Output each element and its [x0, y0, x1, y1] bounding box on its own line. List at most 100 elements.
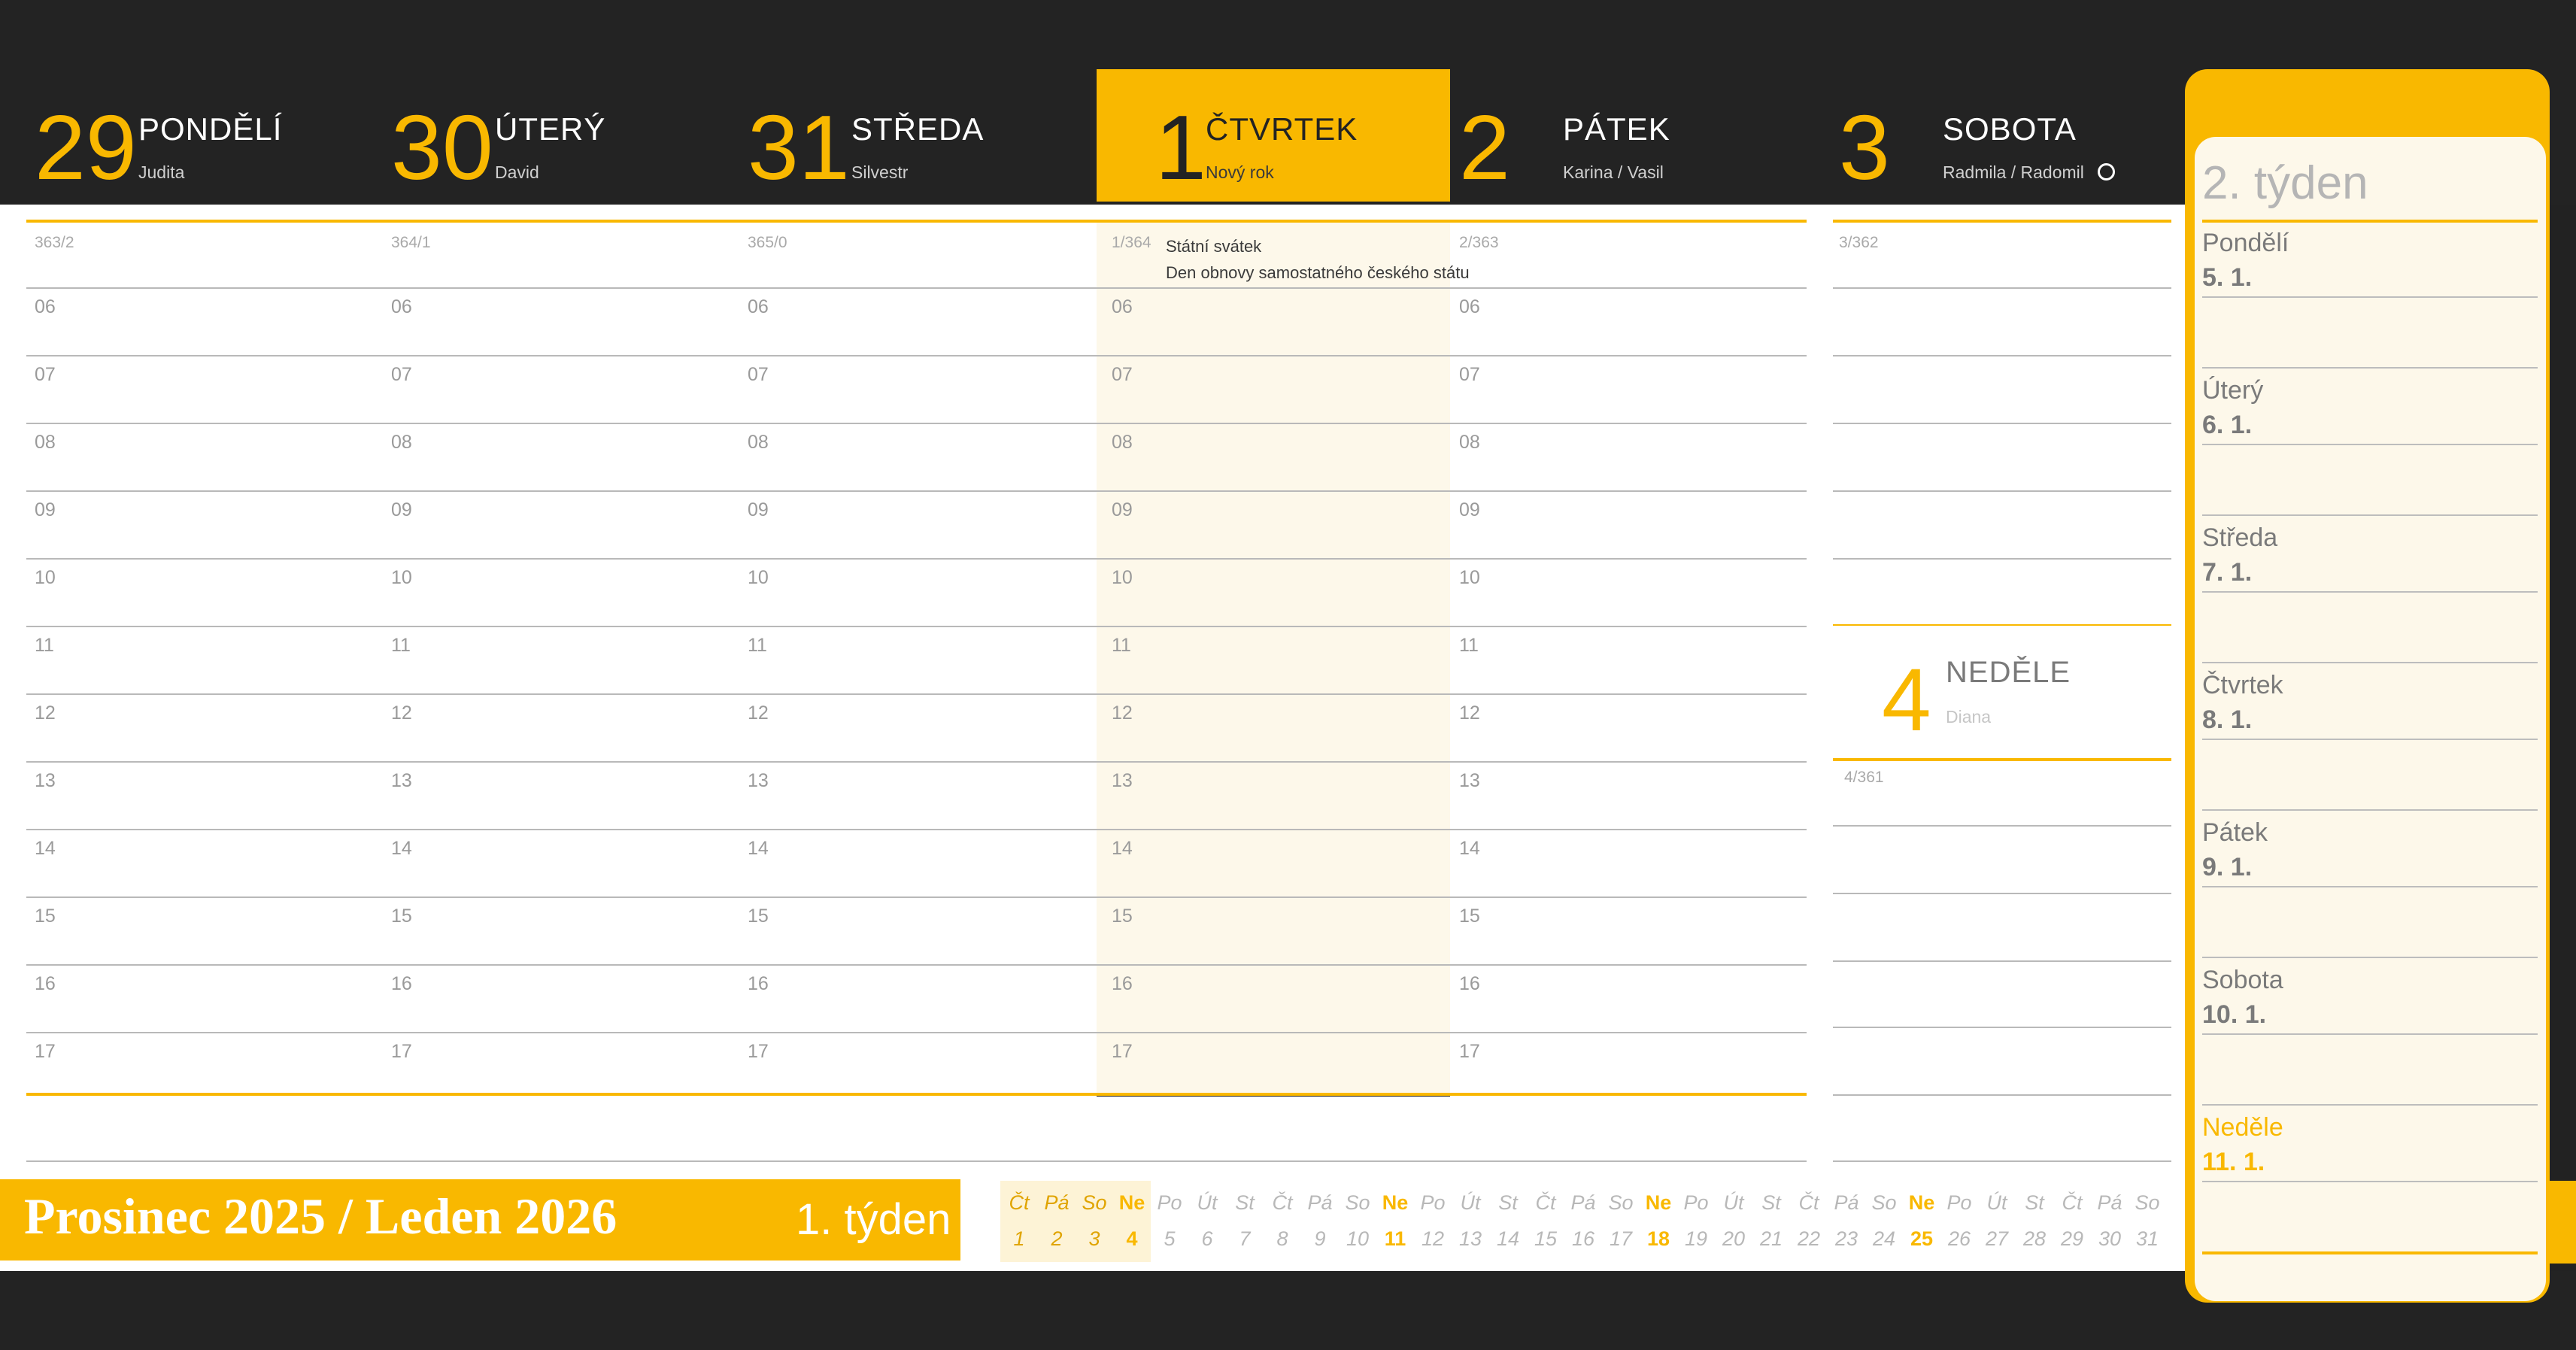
- day-number: 29: [35, 96, 137, 199]
- hour-label: 07: [391, 364, 412, 385]
- day-header: 30 ÚTERÝ David: [385, 69, 716, 202]
- day-name: PÁTEK: [1563, 111, 1670, 147]
- mini-calendar-weekday: Út: [1197, 1191, 1218, 1214]
- mini-calendar-weekday: Út: [1986, 1191, 2007, 1214]
- hour-label: 09: [391, 499, 412, 520]
- mini-calendar-date: 6: [1201, 1227, 1213, 1250]
- hour-label: 09: [748, 499, 769, 520]
- next-week-rule: [2202, 1181, 2538, 1182]
- week-bottom-rule: [26, 1093, 1807, 1096]
- hour-label: 09: [1112, 499, 1133, 520]
- hour-label: 17: [748, 1041, 769, 1062]
- hour-label: 17: [35, 1041, 56, 1062]
- day-number: 30: [391, 96, 493, 199]
- footer-title-bar: Prosinec 2025 / Leden 2026 1. týden: [0, 1179, 960, 1261]
- hour-label: 12: [35, 702, 56, 724]
- sunday-nameday: Diana: [1946, 707, 1992, 727]
- hour-label: 07: [1112, 364, 1133, 385]
- day-name: PONDĚLÍ: [138, 111, 283, 147]
- day-of-year: 365/0: [748, 234, 787, 251]
- mini-calendar-weekday: Ne: [1118, 1191, 1145, 1214]
- day-number: 2: [1459, 96, 1510, 199]
- hour-label: 16: [1459, 973, 1480, 994]
- hour-label: 10: [748, 567, 769, 588]
- mini-calendar-date: 24: [1872, 1227, 1896, 1250]
- hour-label: 11: [1459, 635, 1479, 656]
- saturday-rule: [1833, 355, 2171, 356]
- mini-calendar-date: 31: [2135, 1227, 2159, 1250]
- mini-calendar-weekday: Po: [1420, 1191, 1446, 1214]
- day-of-year: 1/364: [1112, 234, 1151, 251]
- saturday-rule: [1833, 287, 2171, 289]
- next-week-rule: [2202, 591, 2538, 593]
- mini-calendar-weekday: Čt: [1535, 1191, 1556, 1214]
- day-name: ČTVRTEK: [1206, 111, 1358, 147]
- hour-label: 14: [391, 838, 412, 859]
- mini-calendar-date: 10: [1346, 1227, 1370, 1250]
- sunday-rule: [1833, 1094, 2171, 1096]
- mini-calendar-weekday: St: [1498, 1191, 1518, 1214]
- hour-rule: [26, 761, 1807, 763]
- hour-label: 14: [1112, 838, 1133, 859]
- mini-calendar-weekday: Ne: [1382, 1191, 1409, 1214]
- mini-calendar-date: 4: [1126, 1227, 1138, 1250]
- next-week-day-date: 8. 1.: [2202, 705, 2253, 734]
- saturday-rule: [1833, 423, 2171, 424]
- hour-label: 17: [391, 1041, 412, 1062]
- next-week-rule: [2202, 296, 2538, 298]
- next-week-rule: [2202, 1033, 2538, 1035]
- hour-label: 07: [35, 364, 56, 385]
- sunday-rule: [1833, 825, 2171, 827]
- hour-label: 06: [1459, 296, 1480, 317]
- hour-label: 11: [748, 635, 767, 656]
- sunday-day-of-year: 4/361: [1844, 769, 1884, 786]
- hour-label: 15: [1112, 906, 1133, 927]
- sunday-rule: [1833, 1160, 2171, 1162]
- mini-calendar-weekday: So: [1345, 1191, 1370, 1214]
- day-nameday: Radmila / Radomil: [1943, 162, 2115, 183]
- month-title: Prosinec 2025 / Leden 2026: [24, 1188, 617, 1245]
- week-label: 1. týden: [796, 1195, 951, 1244]
- hour-label: 08: [35, 432, 56, 453]
- day-number: 1: [1155, 96, 1206, 199]
- hour-label: 13: [35, 770, 56, 791]
- mini-calendar-weekday: Út: [1723, 1191, 1744, 1214]
- hour-rule: [26, 490, 1807, 492]
- hour-label: 10: [1459, 567, 1480, 588]
- mini-calendar-date: 19: [1684, 1227, 1708, 1250]
- mini-calendar-date: 26: [1947, 1227, 1971, 1250]
- next-week-top-rule: [2202, 220, 2538, 223]
- mini-calendar-weekday: Pá: [2097, 1191, 2122, 1214]
- day-header: 3 SOBOTA Radmila / Radomil: [1833, 69, 2164, 202]
- mini-calendar-date: 15: [1534, 1227, 1558, 1250]
- day-nameday: David: [495, 162, 539, 183]
- day-of-year: 364/1: [391, 234, 431, 251]
- hour-label: 13: [1112, 770, 1133, 791]
- mini-calendar-date: 21: [1759, 1227, 1783, 1250]
- hour-rule: [26, 829, 1807, 830]
- next-week-day-date: 10. 1.: [2202, 1000, 2267, 1029]
- day-of-year: 363/2: [35, 234, 74, 251]
- mini-calendar-weekday: Ne: [1908, 1191, 1935, 1214]
- hour-label: 11: [35, 635, 54, 656]
- next-week-day-date: 7. 1.: [2202, 558, 2253, 587]
- next-week-rule: [2202, 1104, 2538, 1106]
- sunday-header: 4 NEDĚLE Diana: [1833, 626, 2171, 758]
- next-week-rule: [2202, 739, 2538, 740]
- next-week-rule: [2202, 886, 2538, 887]
- hour-rule: [26, 1032, 1807, 1033]
- hour-label: 06: [1112, 296, 1133, 317]
- hour-label: 13: [391, 770, 412, 791]
- sunday-name: NEDĚLE: [1946, 656, 2071, 689]
- hour-label: 15: [1459, 906, 1480, 927]
- sunday-rule: [1833, 1027, 2171, 1028]
- hour-label: 17: [1459, 1041, 1480, 1062]
- day-name: ÚTERÝ: [495, 111, 606, 147]
- hour-label: 08: [748, 432, 769, 453]
- hour-rule: [26, 355, 1807, 356]
- right-edge-strip: [2550, 1181, 2576, 1264]
- next-week-rule: [2202, 514, 2538, 516]
- day-header: 1 ČTVRTEK Nový rok: [1097, 69, 1450, 202]
- sunday-rule: [1833, 893, 2171, 894]
- hour-label: 12: [748, 702, 769, 724]
